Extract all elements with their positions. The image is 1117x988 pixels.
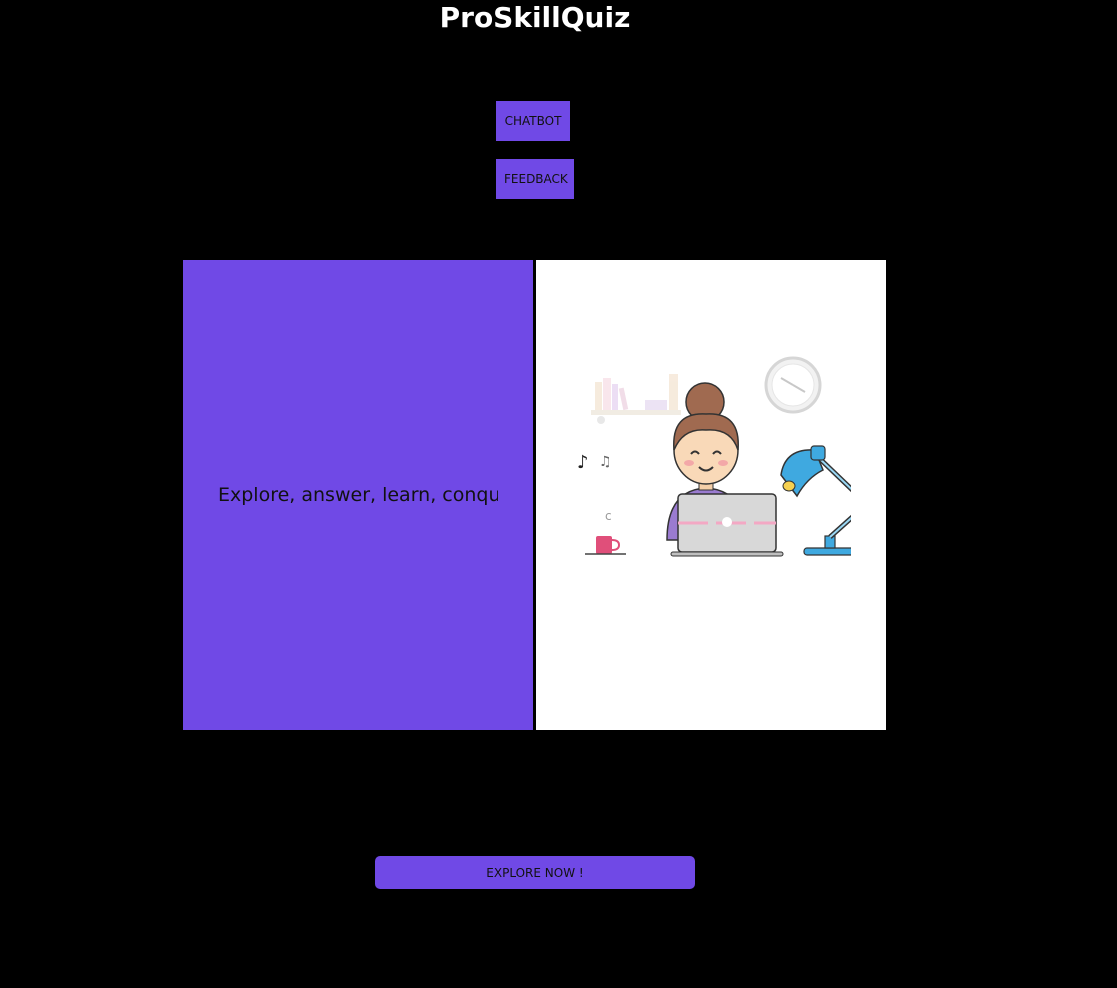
chatbot-button[interactable]: CHATBOT bbox=[496, 101, 570, 141]
hero-image-panel: ♪ ♫ c bbox=[536, 260, 886, 730]
desk-lamp-icon bbox=[780, 445, 851, 556]
clock-icon bbox=[764, 356, 822, 414]
bookshelf-icon bbox=[591, 374, 681, 424]
svg-text:♪: ♪ bbox=[577, 452, 589, 473]
laptop-icon bbox=[670, 493, 784, 557]
app-title: ProSkillQuiz bbox=[439, 1, 631, 34]
svg-text:♫: ♫ bbox=[599, 454, 612, 470]
explore-now-button[interactable]: EXPLORE NOW ! bbox=[375, 856, 695, 889]
hero-tagline: Explore, answer, learn, conque bbox=[218, 484, 498, 506]
coffee-cup-icon: c bbox=[585, 509, 626, 555]
feedback-button[interactable]: FEEDBACK bbox=[496, 159, 574, 199]
hero-text-panel: Explore, answer, learn, conque bbox=[183, 260, 533, 730]
woman-studying-at-laptop-illustration: ♪ ♫ c bbox=[577, 356, 851, 557]
svg-text:c: c bbox=[605, 509, 612, 523]
page: ProSkillQuiz CHATBOT FEEDBACK Explore, a… bbox=[0, 0, 1117, 988]
music-note-icon: ♪ ♫ bbox=[577, 452, 612, 473]
